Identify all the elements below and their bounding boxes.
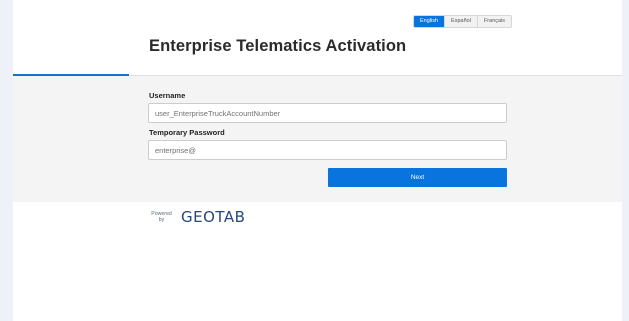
by-line: by [158,217,165,223]
geotab-logo: GEOTAB [181,208,246,226]
login-form-panel [13,76,622,202]
language-french-button[interactable]: Français [476,16,511,27]
temporary-password-label: Temporary Password [149,128,225,137]
language-english-button[interactable]: English [414,16,445,27]
language-spanish-button[interactable]: Español [444,16,477,27]
page-title: Enterprise Telematics Activation [149,37,407,55]
right-page-edge [622,0,629,321]
activation-page: English Español Français Enterprise Tele… [0,0,629,321]
powered-by-logo: Powered by GEOTAB [148,209,245,225]
temporary-password-field[interactable] [148,140,507,160]
language-switch: English Español Français [413,15,513,28]
username-field[interactable] [148,103,507,123]
next-button[interactable]: Next [328,168,507,187]
left-page-edge [0,0,13,321]
powered-by-text: Powered by [148,211,175,223]
username-label: Username [149,91,186,100]
